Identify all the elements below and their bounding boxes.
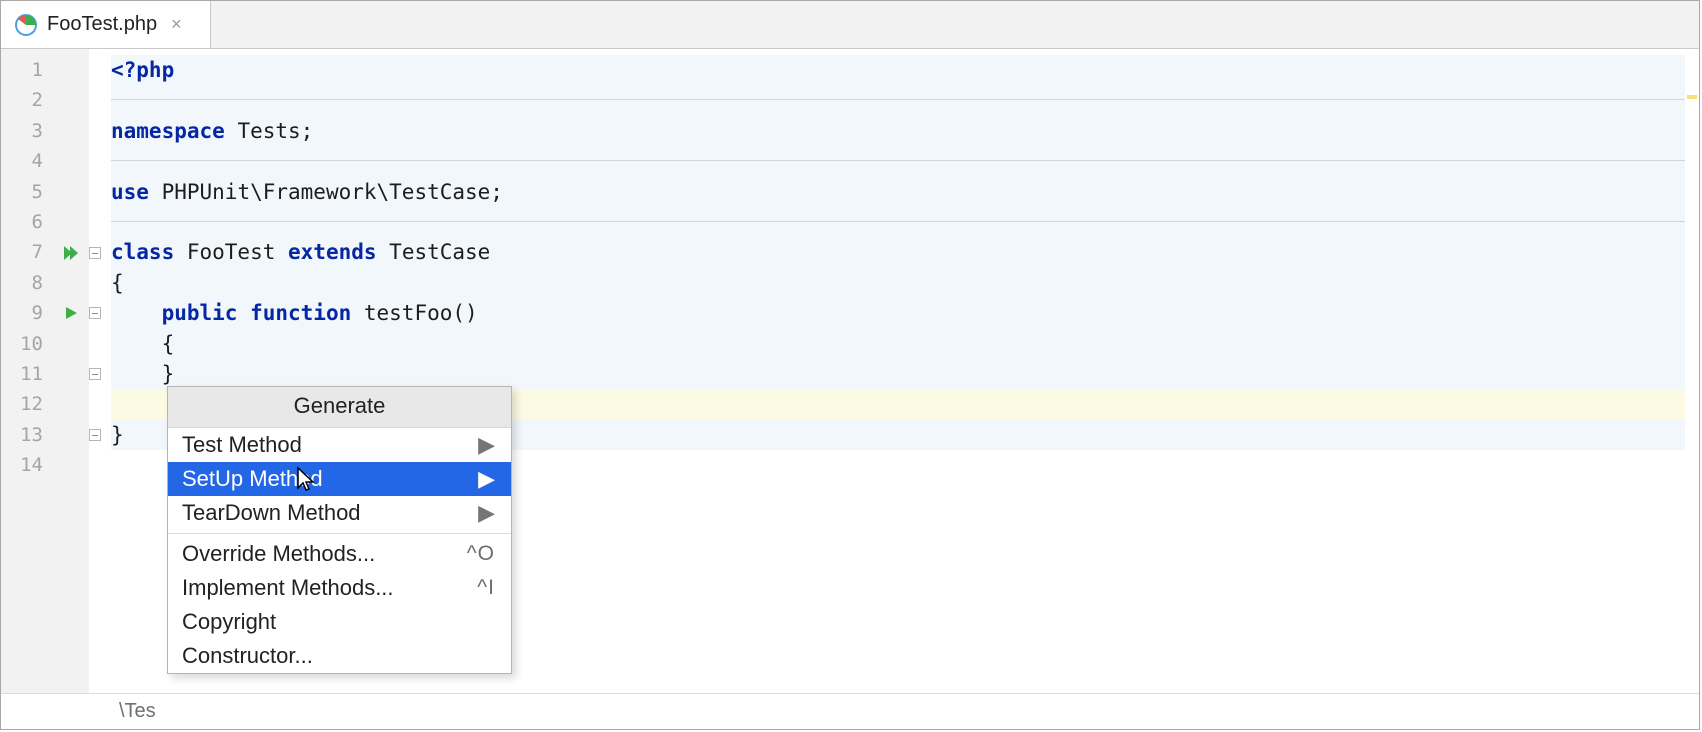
submenu-arrow-icon: ▶	[478, 466, 495, 492]
menu-item-copyright[interactable]: Copyright	[168, 605, 511, 639]
menu-shortcut: ^O	[467, 542, 495, 566]
line-number: 14	[1, 450, 53, 480]
fold-toggle[interactable]	[89, 298, 111, 328]
code-line	[111, 207, 1699, 237]
menu-separator	[168, 533, 511, 534]
error-stripe[interactable]	[1685, 49, 1699, 693]
menu-item-label: Test Method	[182, 432, 302, 458]
menu-item-label: Implement Methods...	[182, 575, 394, 601]
run-test-icon[interactable]	[53, 298, 89, 328]
code-line: {	[111, 268, 1699, 298]
code-line	[111, 85, 1699, 115]
line-number-gutter: 1 2 3 4 5 6 7 8 9 10 11 12 13 14	[1, 49, 53, 693]
tab-filename: FooTest.php	[47, 13, 157, 36]
line-number: 6	[1, 207, 53, 237]
close-tab-icon[interactable]: ×	[171, 14, 182, 35]
line-number: 1	[1, 55, 53, 85]
menu-item-implement-methods[interactable]: Implement Methods... ^I	[168, 571, 511, 605]
code-line	[111, 146, 1699, 176]
submenu-arrow-icon: ▶	[478, 432, 495, 458]
line-number: 4	[1, 146, 53, 176]
run-class-icon[interactable]	[53, 237, 89, 267]
generate-popup: Generate Test Method ▶ SetUp Method ▶ Te…	[167, 386, 512, 674]
menu-item-label: Copyright	[182, 609, 276, 635]
gutter-markers	[53, 49, 89, 693]
line-number: 3	[1, 116, 53, 146]
file-tab[interactable]: FooTest.php ×	[1, 1, 211, 48]
line-number: 11	[1, 359, 53, 389]
fold-gutter	[89, 49, 111, 693]
line-number: 10	[1, 329, 53, 359]
fold-toggle[interactable]	[89, 359, 111, 389]
menu-item-override-methods[interactable]: Override Methods... ^O	[168, 537, 511, 571]
line-number: 7	[1, 237, 53, 267]
code-line: {	[111, 329, 1699, 359]
line-number: 5	[1, 177, 53, 207]
line-number: 8	[1, 268, 53, 298]
line-number: 9	[1, 298, 53, 328]
code-line: namespace Tests;	[111, 116, 1699, 146]
line-number: 2	[1, 85, 53, 115]
fold-toggle[interactable]	[89, 237, 111, 267]
menu-item-label: SetUp Method	[182, 466, 323, 492]
menu-item-label: Constructor...	[182, 643, 313, 669]
line-number: 12	[1, 389, 53, 419]
code-line: <?php	[111, 55, 1699, 85]
code-line: class FooTest extends TestCase	[111, 237, 1699, 267]
fold-toggle[interactable]	[89, 420, 111, 450]
line-number: 13	[1, 420, 53, 450]
breadcrumb-bar[interactable]: \Tes	[1, 693, 1699, 729]
menu-item-constructor[interactable]: Constructor...	[168, 639, 511, 673]
php-test-file-icon	[15, 14, 37, 36]
code-line: public function testFoo()	[111, 298, 1699, 328]
menu-shortcut: ^I	[477, 576, 495, 600]
code-line: }	[111, 359, 1699, 389]
menu-item-label: Override Methods...	[182, 541, 375, 567]
tab-bar: FooTest.php ×	[1, 1, 1699, 49]
submenu-arrow-icon: ▶	[478, 500, 495, 526]
menu-item-test-method[interactable]: Test Method ▶	[168, 428, 511, 462]
menu-item-teardown-method[interactable]: TearDown Method ▶	[168, 496, 511, 530]
menu-item-label: TearDown Method	[182, 500, 361, 526]
popup-title: Generate	[168, 387, 511, 428]
breadcrumb-text: \Tes	[119, 700, 156, 723]
menu-item-setup-method[interactable]: SetUp Method ▶	[168, 462, 511, 496]
code-line: use PHPUnit\Framework\TestCase;	[111, 177, 1699, 207]
